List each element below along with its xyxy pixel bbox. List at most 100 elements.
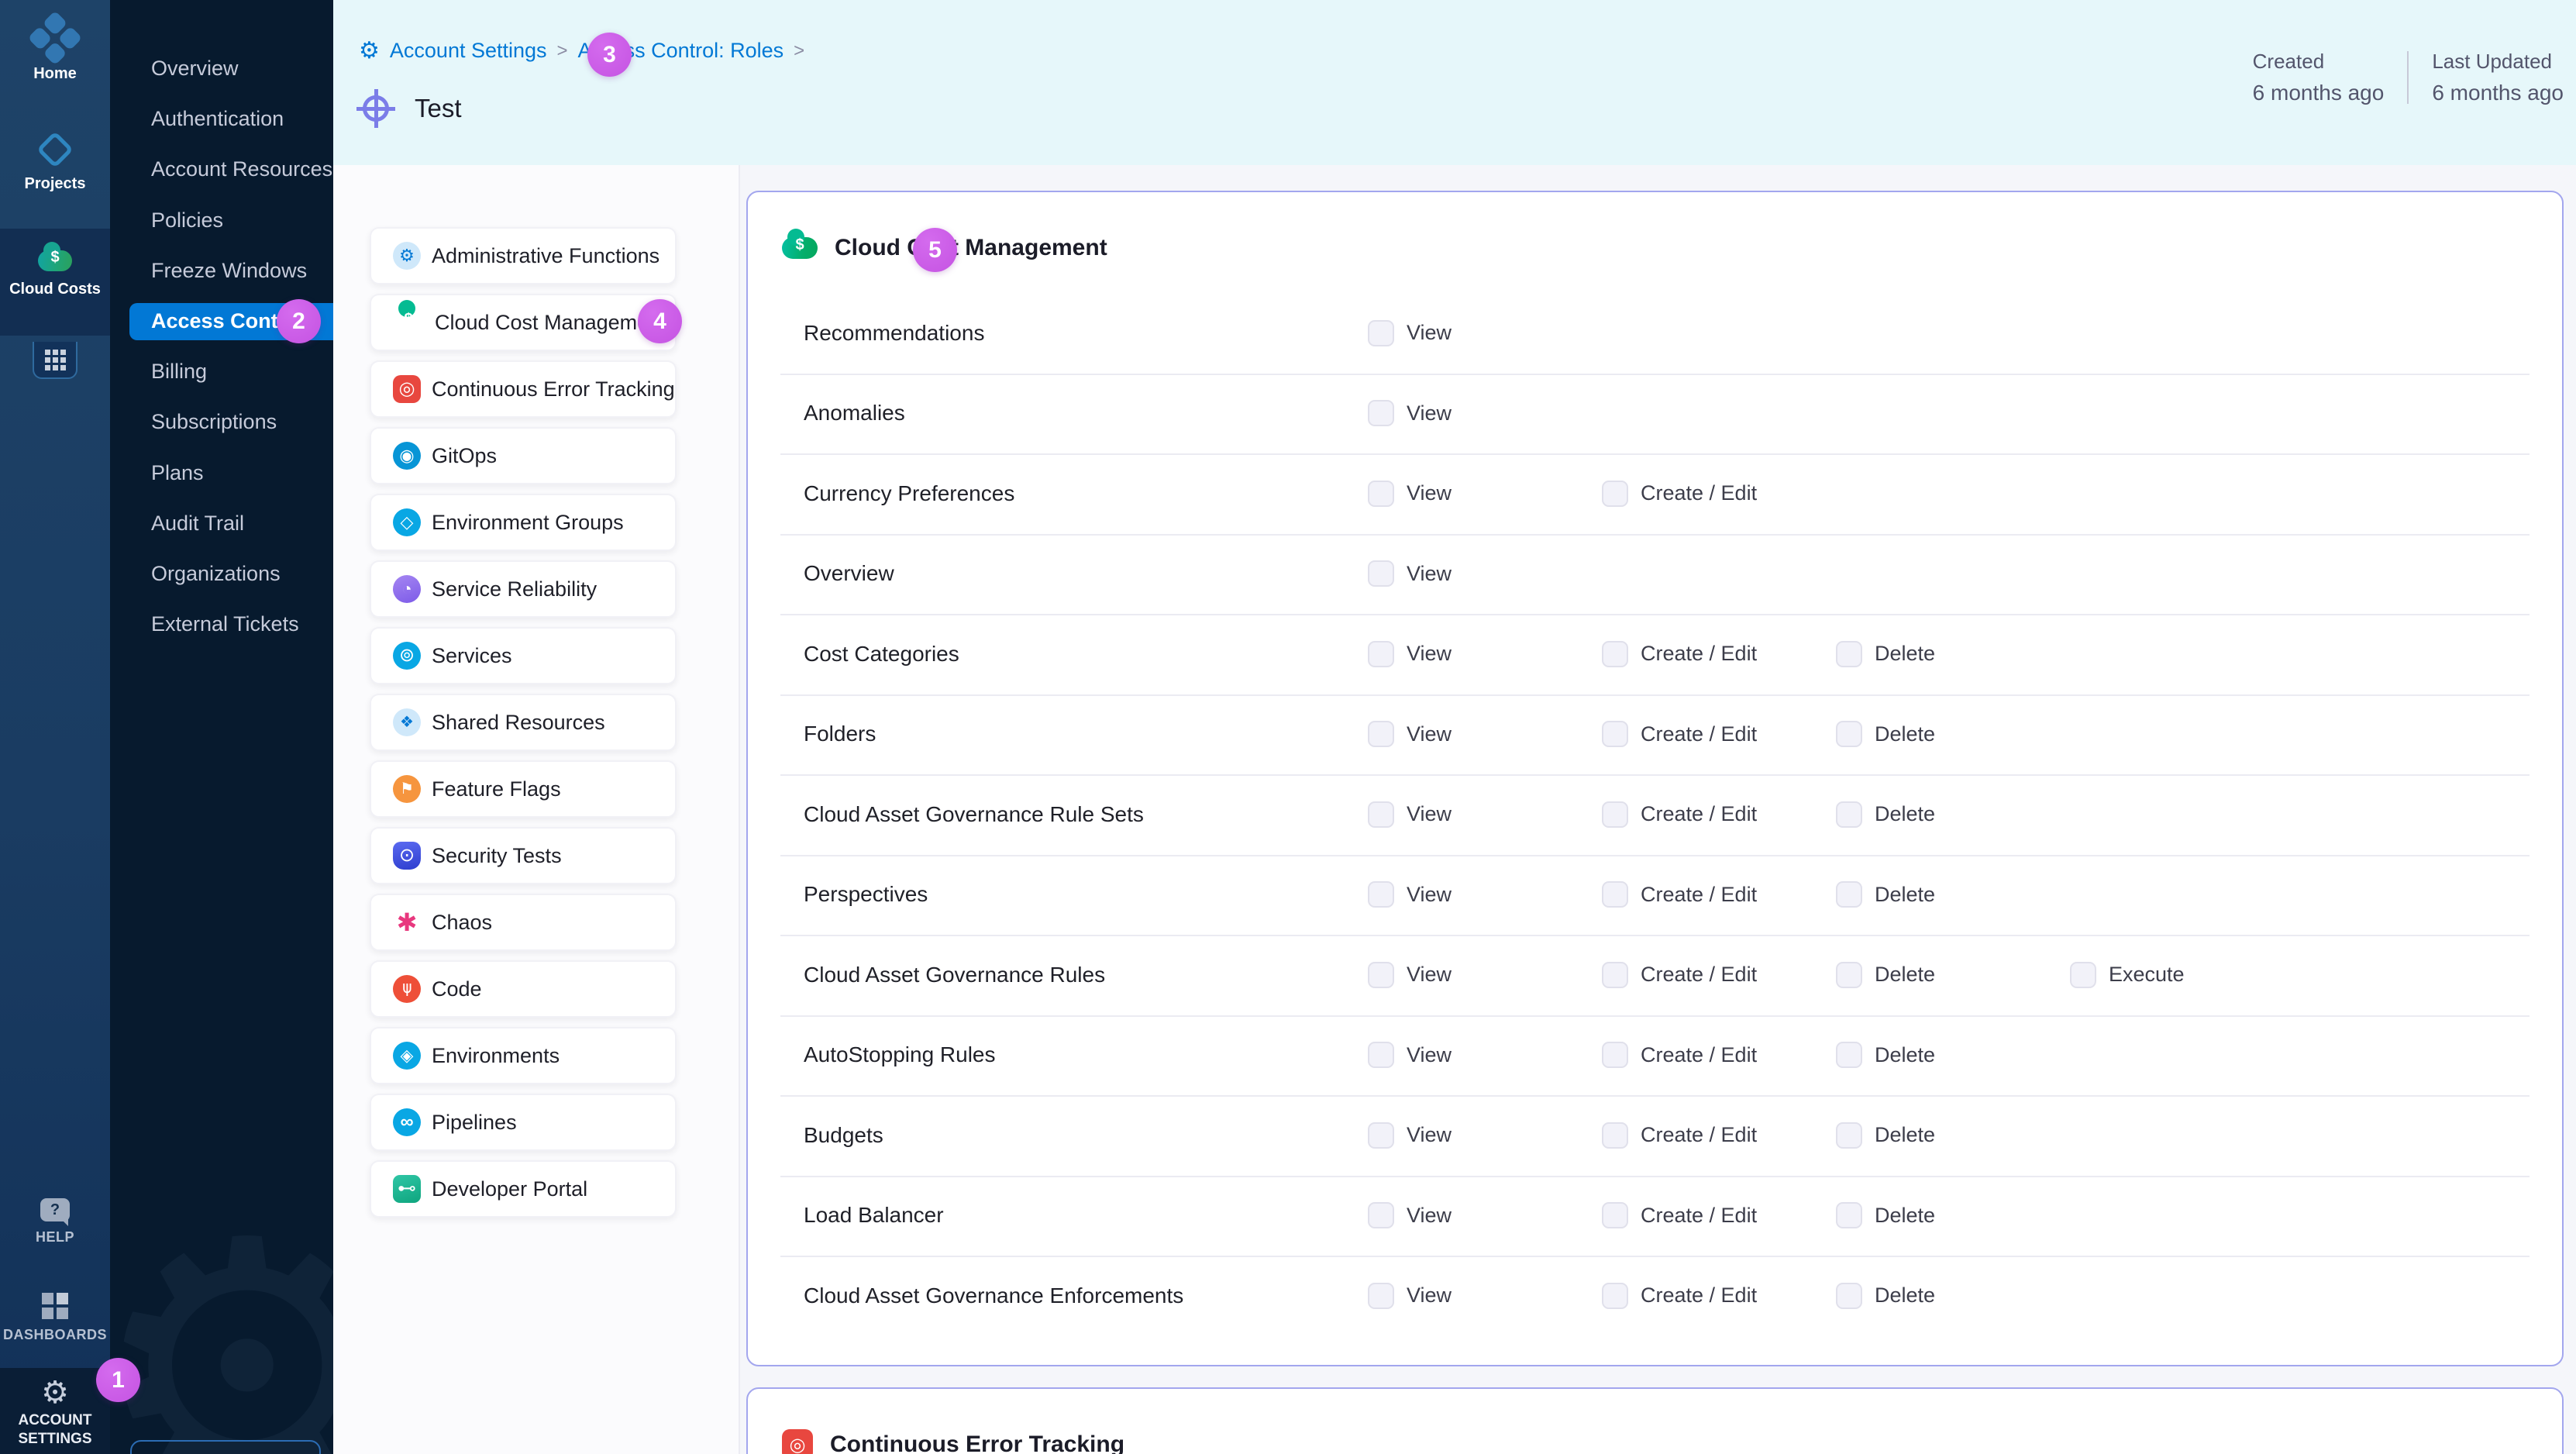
module-card[interactable]: Environments [370,1027,677,1084]
module-card[interactable]: Services [370,627,677,684]
permission-option[interactable]: Create / Edit [1602,481,1836,507]
permission-checkbox[interactable] [1368,881,1394,908]
permission-checkbox[interactable] [1836,1202,1862,1228]
permission-checkbox[interactable] [1602,1122,1628,1149]
permission-checkbox[interactable] [1368,1202,1394,1228]
permission-checkbox[interactable] [1836,721,1862,747]
breadcrumb-link-account-settings[interactable]: Account Settings [390,39,547,63]
permission-option[interactable]: Delete [1836,1042,2070,1068]
permission-option[interactable]: Create / Edit [1602,962,1836,988]
permission-checkbox[interactable] [1602,481,1628,507]
permission-checkbox[interactable] [1602,801,1628,828]
permission-option[interactable]: View [1368,1042,1602,1068]
permission-checkbox[interactable] [1602,881,1628,908]
permission-checkbox[interactable] [1602,1202,1628,1228]
permission-checkbox[interactable] [1368,962,1394,988]
permission-option[interactable]: Execute [2070,962,2562,988]
nav-item[interactable]: Policies [110,195,333,246]
permission-option[interactable]: Create / Edit [1602,721,1836,747]
permission-option[interactable]: Create / Edit [1602,1283,1836,1309]
permission-checkbox[interactable] [1368,721,1394,747]
permission-checkbox[interactable] [1368,1042,1394,1068]
permission-checkbox[interactable] [1836,962,1862,988]
permission-option[interactable]: Delete [1836,1122,2070,1149]
permission-option[interactable]: Delete [1836,1283,2070,1309]
permission-checkbox[interactable] [1368,801,1394,828]
nav-item[interactable]: Account Resources [110,144,333,195]
nav-item[interactable]: Freeze Windows [110,246,333,296]
module-card[interactable]: Pipelines [370,1094,677,1151]
sidebar-item-cloud-costs[interactable]: Cloud Costs [0,229,110,336]
permission-checkbox[interactable] [1602,641,1628,667]
permission-option[interactable]: View [1368,641,1602,667]
nav-item[interactable]: Plans [110,448,333,498]
sidebar-item-home[interactable]: Home [0,19,110,83]
permission-option[interactable]: Create / Edit [1602,641,1836,667]
module-card[interactable]: Security Tests [370,827,677,884]
permission-checkbox[interactable] [1368,641,1394,667]
permission-option[interactable]: View [1368,721,1602,747]
permission-checkbox[interactable] [1368,481,1394,507]
permission-checkbox[interactable] [1836,1042,1862,1068]
permission-option[interactable]: Delete [1836,1202,2070,1228]
permission-checkbox[interactable] [1368,400,1394,426]
permission-checkbox[interactable] [1836,881,1862,908]
permission-option[interactable]: View [1368,1122,1602,1149]
permission-option[interactable]: Delete [1836,801,2070,828]
permission-checkbox[interactable] [1602,962,1628,988]
permission-option[interactable]: View [1368,1283,1602,1309]
permission-checkbox[interactable] [1368,1122,1394,1149]
nav-item[interactable]: Overview [110,43,333,94]
module-card[interactable]: Service Reliability [370,560,677,618]
module-card[interactable]: Continuous Error Tracking [370,360,677,418]
permission-checkbox[interactable] [1836,801,1862,828]
nav-item[interactable]: Audit Trail [110,498,333,549]
permission-option[interactable]: Create / Edit [1602,1202,1836,1228]
module-card[interactable]: Environment Groups [370,494,677,551]
permission-checkbox[interactable] [1602,1283,1628,1309]
nav-item[interactable]: Organizations [110,549,333,599]
permission-option[interactable]: Create / Edit [1602,881,1836,908]
permission-checkbox[interactable] [1836,1283,1862,1309]
nav-item[interactable]: Authentication [110,94,333,144]
permission-checkbox[interactable] [1836,641,1862,667]
permission-option[interactable]: View [1368,962,1602,988]
permission-option[interactable]: View [1368,881,1602,908]
module-card[interactable]: Feature Flags [370,760,677,818]
nav-item[interactable]: Subscriptions [110,397,333,447]
module-card[interactable]: Shared Resources [370,694,677,751]
permission-checkbox[interactable] [1368,560,1394,587]
permission-option[interactable]: View [1368,801,1602,828]
nav-item[interactable]: External Tickets [110,599,333,649]
permission-option[interactable]: View [1368,1202,1602,1228]
permission-option[interactable]: Delete [1836,721,2070,747]
sidebar-item-help[interactable]: ? HELP [0,1198,110,1246]
permission-option[interactable]: View [1368,320,1602,346]
permission-option[interactable]: View [1368,400,1602,426]
permissions-scroll-area[interactable]: Cloud Cost Management Recommendations Vi… [740,165,2576,1454]
permission-option[interactable]: Create / Edit [1602,1042,1836,1068]
sidebar-item-dashboards[interactable]: DASHBOARDS [0,1293,110,1343]
permission-option[interactable]: View [1368,481,1602,507]
module-card[interactable]: Administrative Functions [370,227,677,284]
module-picker-button[interactable] [33,342,77,379]
permission-option[interactable]: View [1368,560,1602,587]
module-card[interactable]: Developer Portal [370,1160,677,1218]
module-card[interactable]: Cloud Cost Management [370,294,677,351]
sidebar-item-account-settings[interactable]: ACCOUNT SETTINGS [0,1368,110,1454]
permission-checkbox[interactable] [1602,1042,1628,1068]
module-card[interactable]: GitOps [370,427,677,484]
module-card[interactable]: Chaos [370,894,677,951]
permission-option[interactable]: Delete [1836,881,2070,908]
permission-checkbox[interactable] [1368,1283,1394,1309]
permission-checkbox[interactable] [2070,962,2096,988]
permission-option[interactable]: Create / Edit [1602,801,1836,828]
nav-bottom-button[interactable] [130,1440,321,1454]
permission-checkbox[interactable] [1836,1122,1862,1149]
nav-item[interactable]: Billing [110,346,333,397]
module-card[interactable]: Code [370,960,677,1018]
permission-option[interactable]: Delete [1836,641,2070,667]
permission-checkbox[interactable] [1602,721,1628,747]
permission-checkbox[interactable] [1368,320,1394,346]
permission-option[interactable]: Delete [1836,962,2070,988]
